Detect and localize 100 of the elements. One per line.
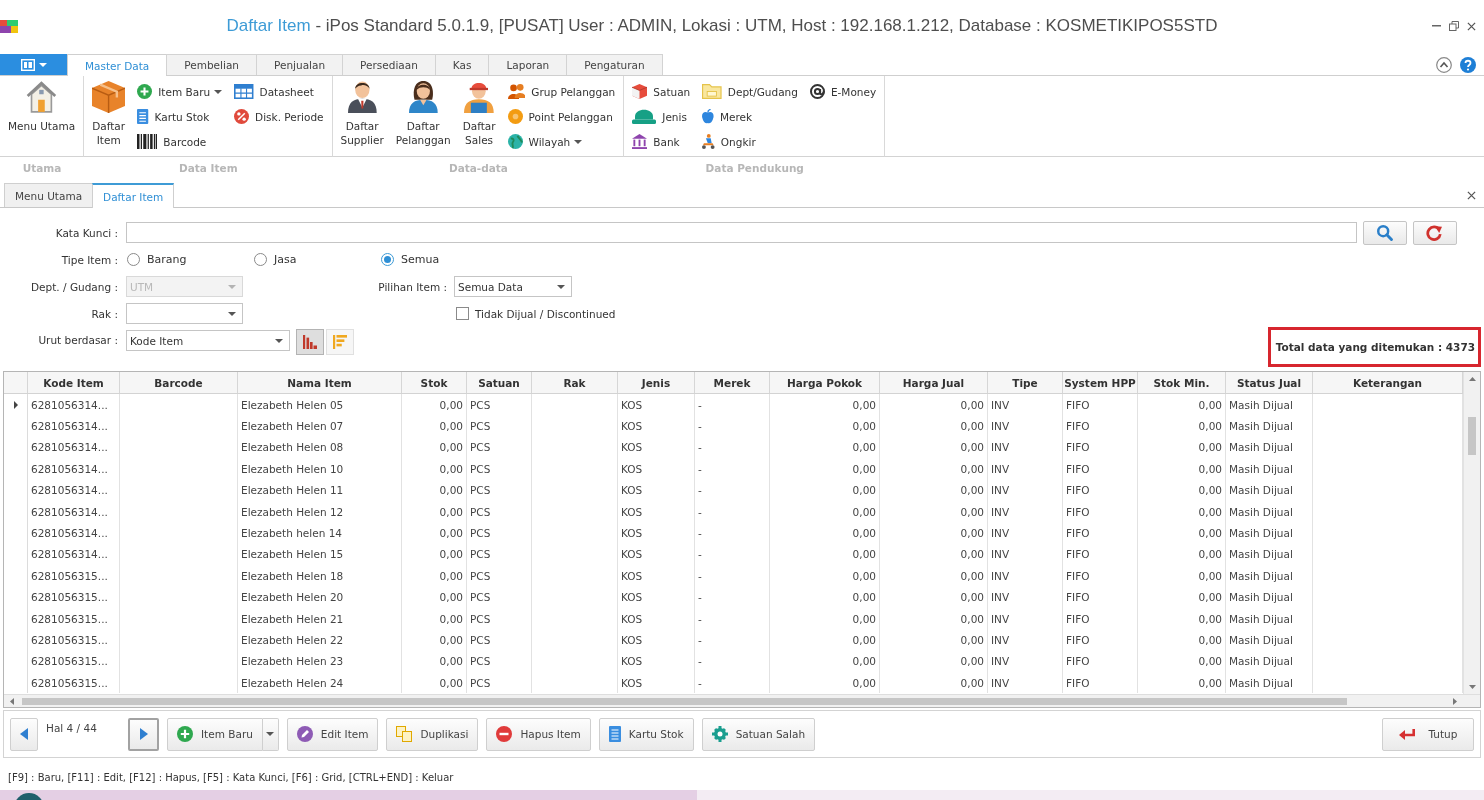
ribbon-button[interactable]: Disk. Periode (234, 104, 324, 129)
reset-button[interactable] (1413, 220, 1457, 245)
ribbon-button[interactable]: Datasheet (234, 79, 324, 104)
ribbon-button[interactable]: Daftar Sales (462, 79, 496, 154)
dropdown[interactable]: Kode Item (126, 330, 290, 351)
caret-icon (266, 732, 275, 736)
ribbon-tab[interactable]: Master Data (67, 54, 168, 76)
horizontal-scrollbar[interactable] (4, 694, 1480, 707)
column-header[interactable]: System HPP (1063, 372, 1138, 393)
table-cell: 0,00 (880, 672, 988, 694)
ribbon-button[interactable]: Jenis (632, 104, 691, 129)
radio-button[interactable] (127, 253, 140, 266)
close-icon[interactable] (1467, 21, 1476, 31)
radio-button[interactable] (381, 253, 394, 266)
ribbon-button[interactable]: Barcode (137, 129, 223, 154)
triangle-up-icon[interactable] (1468, 377, 1476, 381)
ribbon-button[interactable]: Ongkir (702, 129, 798, 154)
scrollbar-thumb[interactable] (22, 697, 1347, 705)
checkbox[interactable] (456, 307, 469, 320)
table-cell: KOS (618, 607, 695, 630)
ribbon-button[interactable]: Kartu Stok (137, 104, 223, 129)
column-header[interactable]: Merek (695, 372, 770, 393)
table-cell: 0,00 (770, 607, 880, 630)
column-header[interactable]: Satuan (467, 372, 532, 393)
column-header[interactable]: Harga Pokok (770, 372, 880, 393)
column-header[interactable]: Stok Min. (1138, 372, 1226, 393)
ribbon-button[interactable]: E-Money (809, 79, 877, 104)
checkbox-label[interactable]: Tidak Dijual / Discontinued (475, 307, 616, 320)
column-header[interactable]: Kode Item (28, 372, 120, 393)
table-cell: PCS (467, 672, 532, 694)
scrollbar-thumb[interactable] (1468, 417, 1476, 455)
ribbon-button[interactable]: Wilayah (507, 129, 616, 154)
ribbon-tab[interactable]: Persediaan (342, 54, 436, 75)
ribbon-button[interactable]: Daftar Supplier (340, 79, 384, 154)
toolbar-button[interactable]: Item Baru (167, 717, 263, 751)
minus-icon (496, 726, 513, 742)
search-field[interactable] (126, 222, 1357, 243)
triangle-right-icon[interactable] (1453, 697, 1457, 705)
toolbar-button[interactable]: Duplikasi (386, 717, 479, 751)
document-tab[interactable]: Daftar Item (92, 183, 175, 208)
coin-icon (507, 109, 523, 124)
ribbon-button[interactable]: Point Pelanggan (507, 104, 616, 129)
dropdown[interactable] (126, 303, 243, 324)
sort-button[interactable] (296, 329, 324, 355)
column-header[interactable]: Stok (402, 372, 467, 393)
radio-button[interactable] (254, 253, 267, 266)
toolbar-button[interactable]: Kartu Stok (598, 717, 694, 751)
table-cell: FIFO (1063, 650, 1138, 673)
vertical-scrollbar[interactable] (1463, 372, 1480, 694)
column-header[interactable]: Rak (532, 372, 618, 393)
sort-button[interactable] (326, 329, 354, 355)
restore-icon[interactable] (1449, 21, 1459, 31)
at-sign-icon (809, 84, 825, 99)
radio-label[interactable]: Jasa (274, 253, 297, 266)
column-header[interactable]: Nama Item (238, 372, 402, 393)
column-header[interactable]: Harga Jual (880, 372, 988, 393)
ribbon-button[interactable]: Dept/Gudang (702, 79, 798, 104)
next-page-button[interactable] (128, 717, 159, 751)
table-cell: - (695, 479, 770, 501)
table-cell: 0,00 (770, 565, 880, 587)
table-cell: 6281056315... (28, 586, 120, 608)
ribbon-button[interactable]: Bank (632, 129, 691, 154)
minimize-icon[interactable] (1432, 25, 1441, 27)
field-label: Tipe Item : (60, 253, 118, 266)
application-menu-button[interactable] (0, 54, 68, 75)
ribbon-tab[interactable]: Laporan (488, 54, 568, 75)
ribbon-tab[interactable]: Kas (434, 54, 490, 75)
table-cell: 6281056314... (28, 543, 120, 566)
ribbon-button[interactable]: Satuan (632, 79, 691, 104)
dropdown[interactable]: Semua Data (454, 276, 572, 297)
column-header[interactable]: Status Jual (1226, 372, 1313, 393)
ribbon-tab[interactable]: Pengaturan (566, 54, 663, 75)
previous-page-button[interactable] (10, 717, 38, 751)
toolbar-button[interactable]: Hapus Item (486, 717, 591, 751)
ribbon-button[interactable]: Menu Utama (8, 79, 76, 154)
column-header[interactable]: Jenis (618, 372, 695, 393)
search-button[interactable] (1363, 220, 1407, 245)
toolbar-button[interactable]: Edit Item (286, 717, 379, 751)
radio-label[interactable]: Barang (147, 253, 187, 266)
radio-label[interactable]: Semua (401, 253, 440, 266)
ribbon-button[interactable]: Daftar Item (92, 79, 126, 154)
field-label: Rak : (90, 307, 118, 320)
ribbon-tab[interactable]: Pembelian (166, 54, 257, 75)
ribbon-button[interactable]: Grup Pelanggan (507, 79, 616, 104)
close-icon[interactable] (1467, 190, 1476, 200)
table-cell: Elezabeth Helen 10 (238, 458, 402, 480)
column-header[interactable]: Tipe (988, 372, 1063, 393)
table-cell: 0,00 (402, 672, 467, 694)
toolbar-button[interactable]: Satuan Salah (701, 717, 816, 751)
chevron-up-icon[interactable] (1436, 56, 1452, 73)
ribbon-tab[interactable]: Penjualan (256, 54, 344, 75)
ribbon-button[interactable]: Merek (702, 104, 798, 129)
close-button[interactable]: Tutup (1382, 717, 1474, 751)
column-header[interactable]: Barcode (120, 372, 238, 393)
document-tab[interactable]: Menu Utama (4, 183, 94, 207)
triangle-down-icon[interactable] (1468, 685, 1476, 689)
triangle-left-icon[interactable] (10, 697, 14, 705)
help-icon[interactable] (1460, 56, 1476, 73)
ribbon-button[interactable]: Item Baru (137, 79, 223, 104)
ribbon-button[interactable]: Daftar Pelanggan (395, 79, 451, 154)
